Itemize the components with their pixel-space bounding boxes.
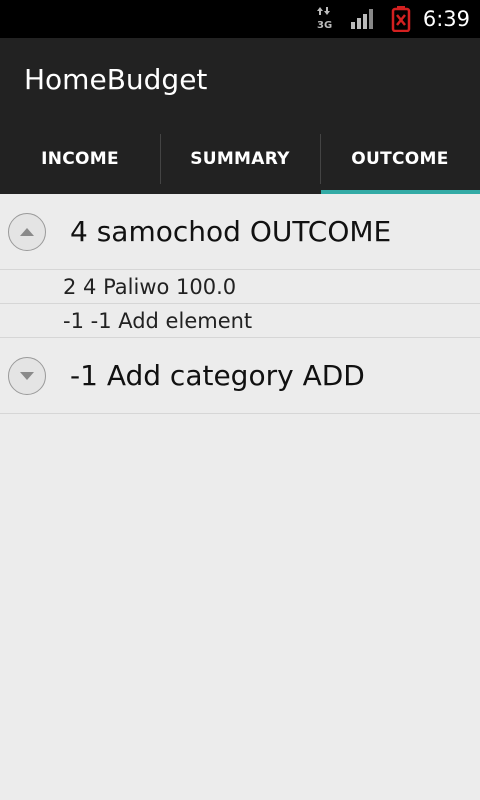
tab-summary-label: SUMMARY	[190, 149, 290, 169]
tab-income-label: INCOME	[41, 149, 119, 169]
list-group-samochod[interactable]: 4 samochod OUTCOME	[0, 194, 480, 270]
tab-outcome-label: OUTCOME	[351, 149, 449, 169]
child-label: -1 -1 Add element	[63, 308, 253, 333]
signal-icon	[350, 8, 376, 34]
list-item-add-element[interactable]: -1 -1 Add element	[0, 304, 480, 338]
expandable-list: 4 samochod OUTCOME 2 4 Paliwo 100.0 -1 -…	[0, 194, 480, 414]
status-bar: 3G 6:39	[0, 0, 480, 38]
status-time: 6:39	[422, 7, 470, 31]
group-label: -1 Add category ADD	[70, 359, 365, 392]
tab-bar: INCOME SUMMARY OUTCOME	[0, 124, 480, 194]
data-3g-icon: 3G	[316, 6, 334, 34]
list-item[interactable]: 2 4 Paliwo 100.0	[0, 270, 480, 304]
action-bar: HomeBudget	[0, 38, 480, 124]
tab-income[interactable]: INCOME	[0, 124, 160, 194]
app-title: HomeBudget	[24, 63, 208, 96]
tab-summary[interactable]: SUMMARY	[160, 124, 320, 194]
expand-arrow-icon[interactable]	[8, 356, 46, 395]
tab-outcome[interactable]: OUTCOME	[320, 124, 480, 194]
svg-text:3G: 3G	[317, 20, 332, 30]
battery-alert-icon	[391, 6, 411, 36]
collapse-arrow-icon[interactable]	[8, 212, 46, 251]
group-label: 4 samochod OUTCOME	[70, 215, 392, 248]
child-label: 2 4 Paliwo 100.0	[63, 274, 237, 299]
list-group-add-category[interactable]: -1 Add category ADD	[0, 338, 480, 414]
